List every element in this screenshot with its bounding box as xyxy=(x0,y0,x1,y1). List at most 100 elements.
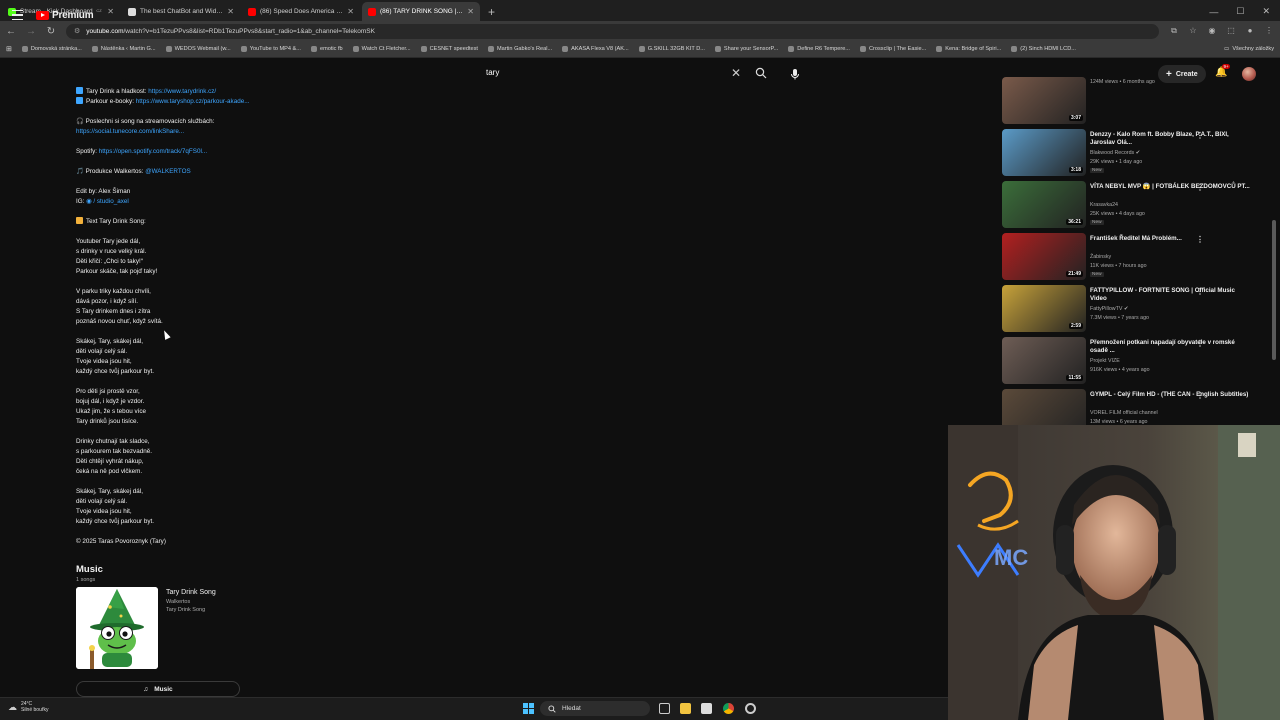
youtube-premium-logo[interactable]: Premium CZ xyxy=(36,8,102,21)
channel-name[interactable]: Krasavka24 xyxy=(1090,202,1118,208)
bookmark-item[interactable]: AKASA Flexa V8 (AK... xyxy=(562,46,629,52)
description-link[interactable]: @WALKERTOS xyxy=(145,168,190,175)
bookmark-item[interactable]: Watch Ct Fletcher... xyxy=(352,46,411,52)
tab-close-icon[interactable]: ✕ xyxy=(227,7,234,16)
description-link[interactable]: https://open.spotify.com/track/7qFS0l... xyxy=(99,148,207,155)
url-bar[interactable]: ⚙ youtube.com/watch?v=b1TezuPPvs8&list=R… xyxy=(66,23,1159,39)
channel-name[interactable]: Projekt VIZE xyxy=(1090,358,1120,364)
browser-tab[interactable]: (86) TARY DRINK SONG | Offici...✕ xyxy=(362,2,480,21)
bookmark-item[interactable]: Nástěnka ‹ Martin G... xyxy=(91,46,156,52)
windows-start-icon[interactable] xyxy=(523,703,534,714)
recommended-video[interactable]: 36:21 VÍTA NEBYL MVP 😱 | FOTBÁLEK BEZDOMO… xyxy=(1002,181,1264,231)
video-thumbnail[interactable]: 36:21 xyxy=(1002,181,1086,228)
task-view-icon[interactable] xyxy=(659,703,670,714)
description-text: každý chce tvůj parkour byt. xyxy=(76,368,155,375)
bookmark-star-icon[interactable]: ☆ xyxy=(1188,26,1198,36)
bookmark-item[interactable]: (2) Sinch HDMI LCD... xyxy=(1011,46,1076,52)
maximize-icon[interactable]: ☐ xyxy=(1236,6,1244,17)
all-bookmarks-folder[interactable]: ▭ Všechny záložky xyxy=(1224,46,1274,52)
description-text: Parkour e-booky: xyxy=(86,98,136,105)
description-link[interactable]: https://www.taryshop.cz/parkour-akade... xyxy=(136,98,250,105)
bookmark-item[interactable]: G.SKILL 32GB KIT D... xyxy=(638,46,705,52)
bookmark-item[interactable]: Define R6 Tempere... xyxy=(788,46,850,52)
more-options-icon[interactable]: ⋮ xyxy=(1196,339,1204,348)
apps-icon[interactable]: ⊞ xyxy=(6,45,12,53)
video-meta: 7.3M views • 7 years ago xyxy=(1090,315,1149,321)
video-title[interactable]: František Ředitel Má Problém... xyxy=(1090,235,1250,243)
video-thumbnail[interactable]: 21:49 xyxy=(1002,233,1086,280)
tab-close-icon[interactable]: ✕ xyxy=(347,7,354,16)
mic-icon[interactable] xyxy=(788,67,802,81)
recommended-video[interactable]: 21:49 František Ředitel Má Problém... ⋮ Žab… xyxy=(1002,233,1264,283)
bookmark-item[interactable]: YouTube to MP4 &... xyxy=(240,46,301,52)
browser-tab[interactable]: The best ChatBot and Widgets ✕ xyxy=(122,2,240,21)
more-options-icon[interactable]: ⋮ xyxy=(1196,287,1204,296)
video-meta: 916K views • 4 years ago xyxy=(1090,367,1150,373)
video-thumbnail[interactable]: 11:55 xyxy=(1002,337,1086,384)
forward-icon[interactable]: → xyxy=(26,26,36,37)
channel-name[interactable]: VOREL FILM official channel xyxy=(1090,410,1158,416)
video-title[interactable]: FATTYPILLOW - FORTNITE SONG | Official M… xyxy=(1090,287,1250,303)
channel-name[interactable]: Žabinsky xyxy=(1090,254,1111,260)
chrome-icon[interactable] xyxy=(723,703,734,714)
channel-name[interactable]: FattyPillowTV ✔ xyxy=(1090,306,1128,312)
album-art[interactable] xyxy=(76,587,158,669)
recommended-video[interactable]: 3:18 Denzzy - Kalo Rom ft. Bobby Blaze, P… xyxy=(1002,129,1264,179)
channel-name[interactable]: Blakwood Records ✔ xyxy=(1090,150,1140,156)
bookmark-item[interactable]: emotic fb xyxy=(310,46,343,52)
bookmark-item[interactable]: Martin Gabko's Real... xyxy=(487,46,552,52)
more-options-icon[interactable]: ⋮ xyxy=(1196,131,1204,140)
scrollbar[interactable] xyxy=(1272,220,1276,360)
search-icon[interactable] xyxy=(755,67,767,79)
video-thumbnail[interactable]: 3:07 xyxy=(1002,77,1086,124)
site-info-icon[interactable]: ⚙ xyxy=(74,27,80,35)
music-button[interactable]: ♫ Music xyxy=(76,681,240,697)
close-window-icon[interactable]: ✕ xyxy=(1262,6,1270,17)
clear-search-icon[interactable]: ✕ xyxy=(731,66,741,80)
search-input[interactable]: tary xyxy=(486,68,499,77)
bookmark-item[interactable]: WEDOS Webmail (w... xyxy=(165,46,231,52)
install-icon[interactable]: ⧉ xyxy=(1169,26,1179,36)
video-thumbnail[interactable]: 3:18 xyxy=(1002,129,1086,176)
more-options-icon[interactable]: ⋮ xyxy=(1196,183,1204,192)
video-title[interactable]: Přemnožení potkani napadají obyvatele v … xyxy=(1090,339,1250,355)
taskbar-search[interactable]: Hledat xyxy=(540,701,650,716)
new-tab-button[interactable]: + xyxy=(480,2,503,21)
bookmark-item[interactable]: Share your SensorP... xyxy=(714,46,778,52)
extension-icon[interactable]: ◉ xyxy=(1207,26,1217,36)
recommended-video[interactable]: 3:07 124M views • 6 months ago xyxy=(1002,77,1264,127)
more-options-icon[interactable]: ⋮ xyxy=(1196,235,1204,244)
file-explorer-icon[interactable] xyxy=(680,703,691,714)
store-icon[interactable] xyxy=(701,703,712,714)
browser-tab[interactable]: (86) Speed Does America us De...✕ xyxy=(242,2,360,21)
browser-menu-icon[interactable]: ⋮ xyxy=(1264,26,1274,36)
description-link[interactable]: ◉ / studio_axel xyxy=(86,198,129,205)
tab-close-icon[interactable]: ✕ xyxy=(107,7,114,16)
bookmark-item[interactable]: CESNET speedtest xyxy=(420,46,478,52)
description-link[interactable]: https://social.tunecore.com/linkShare... xyxy=(76,128,184,135)
description-link[interactable]: https://www.tarydrink.cz/ xyxy=(148,88,216,95)
bookmark-item[interactable]: Domovská stránka... xyxy=(21,46,82,52)
url-host: youtube.com xyxy=(86,27,124,35)
emoji-icon xyxy=(76,217,83,224)
video-title[interactable]: GYMPL - Celý Film HD - (THE CAN - Englis… xyxy=(1090,391,1250,399)
more-options-icon[interactable]: ⋮ xyxy=(1196,391,1204,400)
tab-close-icon[interactable]: ✕ xyxy=(467,7,474,16)
weather-widget[interactable]: ☁ 24°C Silné bouřky xyxy=(8,701,49,713)
video-title[interactable]: VÍTA NEBYL MVP 😱 | FOTBÁLEK BEZDOMOVCŮ P… xyxy=(1090,183,1250,191)
song-title[interactable]: Tary Drink Song xyxy=(166,589,216,596)
search-box[interactable]: tary ✕ xyxy=(476,64,776,84)
minimize-icon[interactable]: — xyxy=(1209,7,1218,17)
reload-icon[interactable]: ↻ xyxy=(46,26,56,37)
menu-icon[interactable] xyxy=(12,10,23,23)
back-icon[interactable]: ← xyxy=(6,26,16,37)
recommended-video[interactable]: 2:59 FATTYPILLOW - FORTNITE SONG | Offici… xyxy=(1002,285,1264,335)
bookmark-item[interactable]: Crossclip | The Easie... xyxy=(859,46,926,52)
settings-gear-icon[interactable] xyxy=(745,703,756,714)
video-thumbnail[interactable]: 2:59 xyxy=(1002,285,1086,332)
recommended-video[interactable]: 11:55 Přemnožení potkani napadají obyvate… xyxy=(1002,337,1264,387)
bookmark-item[interactable]: Kena: Bridge of Spiri... xyxy=(936,46,1001,52)
extensions-puzzle-icon[interactable]: ⬚ xyxy=(1226,26,1236,36)
profile-icon[interactable]: ● xyxy=(1245,26,1255,36)
video-title[interactable]: Denzzy - Kalo Rom ft. Bobby Blaze, P.A.T… xyxy=(1090,131,1250,147)
